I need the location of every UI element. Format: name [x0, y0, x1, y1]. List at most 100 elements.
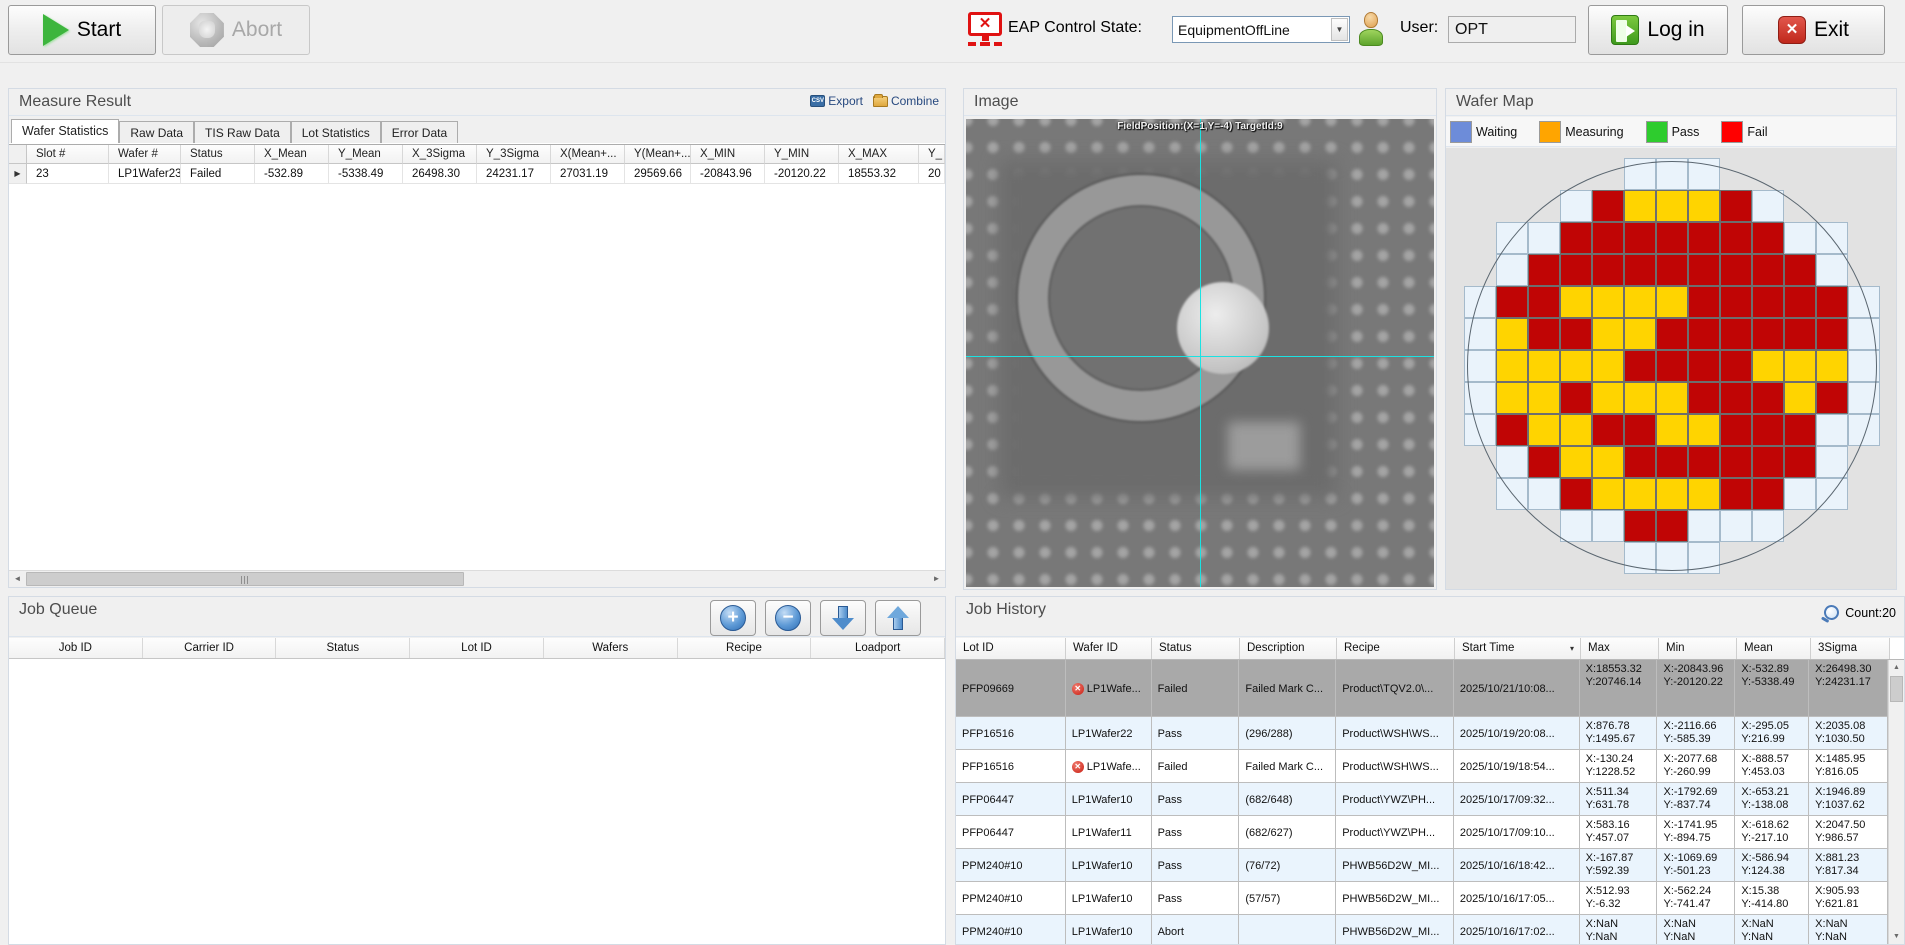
wafer-die-cell[interactable] — [1688, 158, 1720, 190]
wafer-die-cell[interactable] — [1720, 222, 1752, 254]
eap-control-state-select[interactable]: EquipmentOffLine ▼ — [1172, 16, 1350, 43]
wafer-die-cell[interactable] — [1528, 350, 1560, 382]
wafer-die-cell[interactable] — [1720, 254, 1752, 286]
wafer-die-cell[interactable] — [1688, 222, 1720, 254]
wafer-die-cell[interactable] — [1624, 254, 1656, 286]
wafer-die-cell[interactable] — [1656, 158, 1688, 190]
wafer-die-cell[interactable] — [1560, 478, 1592, 510]
wafer-die-cell[interactable] — [1624, 190, 1656, 222]
column-header-x-3sigma[interactable]: X_3Sigma — [403, 145, 477, 164]
wafer-die-cell[interactable] — [1496, 318, 1528, 350]
tab-wafer-statistics[interactable]: Wafer Statistics — [11, 119, 119, 143]
wafer-die-cell[interactable] — [1688, 318, 1720, 350]
job-history-row[interactable]: PFP06447LP1Wafer10Pass(682/648)Product\Y… — [956, 783, 1888, 816]
wafer-die-cell[interactable] — [1784, 254, 1816, 286]
wafer-die-cell[interactable] — [1592, 222, 1624, 254]
wafer-die-cell[interactable] — [1528, 414, 1560, 446]
wafer-die-cell[interactable] — [1752, 382, 1784, 414]
measure-horizontal-scrollbar[interactable]: ◄ ► — [9, 570, 945, 587]
wafer-die-cell[interactable] — [1592, 478, 1624, 510]
column-header-start-time[interactable]: Start Time▾ — [1455, 638, 1581, 659]
column-header-status[interactable]: Status — [1152, 638, 1240, 659]
wafer-die-cell[interactable] — [1688, 478, 1720, 510]
login-button[interactable]: Log in — [1588, 5, 1728, 55]
wafer-die-cell[interactable] — [1496, 414, 1528, 446]
column-header-max[interactable]: Max — [1581, 638, 1659, 659]
move-up-button[interactable] — [875, 600, 921, 636]
table-row[interactable]: ▶23LP1Wafer23Failed-532.89-5338.4926498.… — [9, 164, 945, 184]
wafer-die-cell[interactable] — [1848, 350, 1880, 382]
job-history-vertical-scrollbar[interactable]: ▲ ▼ — [1888, 660, 1904, 944]
wafer-die-cell[interactable] — [1656, 478, 1688, 510]
wafer-die-cell[interactable] — [1560, 350, 1592, 382]
wafer-die-cell[interactable] — [1656, 414, 1688, 446]
job-history-row[interactable]: PPM240#10LP1Wafer10AbortPHWB56D2W_MI...2… — [956, 915, 1888, 944]
scroll-right-icon[interactable]: ► — [928, 571, 945, 587]
start-button[interactable]: Start — [8, 5, 156, 55]
wafer-die-cell[interactable] — [1496, 382, 1528, 414]
wafer-die-cell[interactable] — [1752, 446, 1784, 478]
tab-tis-raw-data[interactable]: TIS Raw Data — [194, 121, 291, 143]
column-header-x-mean[interactable]: X_Mean — [255, 145, 329, 164]
wafer-die-cell[interactable] — [1560, 446, 1592, 478]
export-link[interactable]: CSV Export — [810, 94, 863, 108]
dropdown-arrow-icon[interactable]: ▼ — [1331, 18, 1348, 41]
wafer-die-cell[interactable] — [1624, 510, 1656, 542]
wafer-die-cell[interactable] — [1688, 414, 1720, 446]
wafer-die-cell[interactable] — [1720, 350, 1752, 382]
wafer-die-cell[interactable] — [1592, 286, 1624, 318]
wafer-die-cell[interactable] — [1464, 382, 1496, 414]
wafer-die-cell[interactable] — [1528, 446, 1560, 478]
column-header-mean[interactable]: Mean — [1737, 638, 1811, 659]
wafer-die-cell[interactable] — [1784, 382, 1816, 414]
wafer-die-cell[interactable] — [1560, 510, 1592, 542]
wafer-die-cell[interactable] — [1624, 542, 1656, 574]
wafer-die-cell[interactable] — [1816, 318, 1848, 350]
combine-link[interactable]: Combine — [873, 94, 939, 108]
column-header-y-3sigma[interactable]: Y_3Sigma — [477, 145, 551, 164]
wafer-die-cell[interactable] — [1592, 510, 1624, 542]
wafer-die-cell[interactable] — [1560, 286, 1592, 318]
wafer-die-cell[interactable] — [1688, 254, 1720, 286]
wafer-die-cell[interactable] — [1656, 286, 1688, 318]
wafer-die-cell[interactable] — [1624, 318, 1656, 350]
wafer-die-cell[interactable] — [1560, 190, 1592, 222]
wafer-die-cell[interactable] — [1688, 382, 1720, 414]
wafer-die-cell[interactable] — [1688, 510, 1720, 542]
microscope-image[interactable]: FieldPosition:(X=1,Y=-4) TargetId:9 — [966, 119, 1434, 587]
wafer-die-cell[interactable] — [1624, 286, 1656, 318]
wafer-die-cell[interactable] — [1560, 254, 1592, 286]
wafer-die-cell[interactable] — [1496, 446, 1528, 478]
scrollbar-thumb[interactable] — [26, 572, 464, 586]
wafer-die-cell[interactable] — [1720, 510, 1752, 542]
column-header-lot-id[interactable]: Lot ID — [956, 638, 1066, 659]
wafer-die-cell[interactable] — [1496, 222, 1528, 254]
wafer-die-cell[interactable] — [1816, 222, 1848, 254]
column-header-3sigma[interactable]: 3Sigma — [1811, 638, 1890, 659]
wafer-die-cell[interactable] — [1752, 318, 1784, 350]
wafer-die-cell[interactable] — [1816, 382, 1848, 414]
wafer-die-cell[interactable] — [1784, 446, 1816, 478]
wafer-die-cell[interactable] — [1720, 446, 1752, 478]
wafer-die-cell[interactable] — [1624, 446, 1656, 478]
wafer-die-cell[interactable] — [1656, 510, 1688, 542]
wafer-die-cell[interactable] — [1560, 222, 1592, 254]
wafer-die-cell[interactable] — [1496, 478, 1528, 510]
wafer-die-cell[interactable] — [1848, 318, 1880, 350]
wafer-die-cell[interactable] — [1592, 446, 1624, 478]
wafer-die-cell[interactable] — [1784, 286, 1816, 318]
tab-error-data[interactable]: Error Data — [381, 121, 458, 143]
wafer-die-cell[interactable] — [1496, 254, 1528, 286]
wafer-die-cell[interactable] — [1688, 446, 1720, 478]
wafer-die-cell[interactable] — [1592, 318, 1624, 350]
wafer-die-cell[interactable] — [1624, 158, 1656, 190]
wafer-die-cell[interactable] — [1816, 254, 1848, 286]
column-header-slot[interactable]: Slot # — [27, 145, 109, 164]
wafer-die-cell[interactable] — [1624, 414, 1656, 446]
column-header-y-min[interactable]: Y_MIN — [765, 145, 839, 164]
column-header-description[interactable]: Description — [1240, 638, 1337, 659]
column-header-recipe[interactable]: Recipe — [1337, 638, 1455, 659]
wafer-die-cell[interactable] — [1592, 350, 1624, 382]
wafer-die-cell[interactable] — [1528, 254, 1560, 286]
column-header-wafers[interactable]: Wafers — [544, 638, 678, 658]
